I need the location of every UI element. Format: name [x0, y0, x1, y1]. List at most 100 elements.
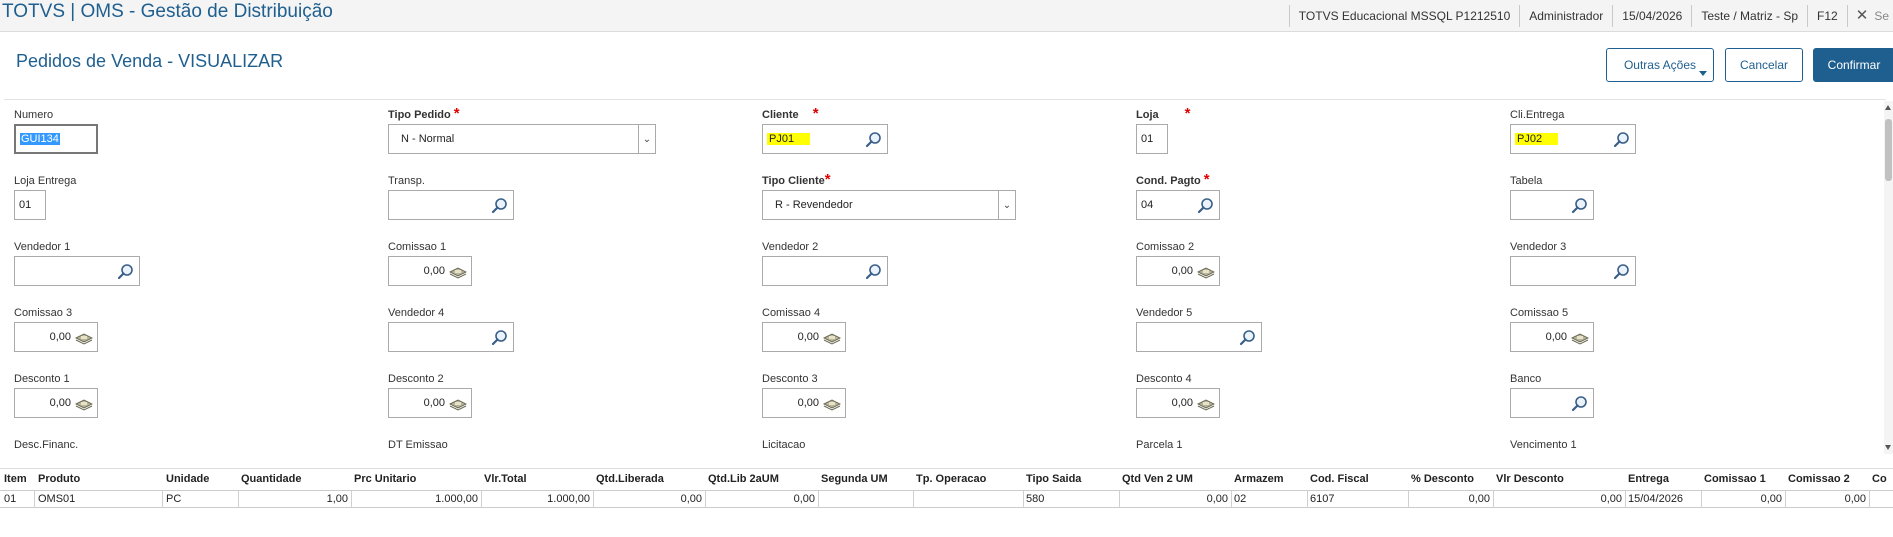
col-pct-desconto[interactable]: % Desconto	[1411, 473, 1474, 485]
col-quantidade[interactable]: Quantidade	[241, 473, 302, 485]
search-icon[interactable]	[1613, 131, 1631, 148]
col-comissao1[interactable]: Comissao 1	[1704, 473, 1766, 485]
col-qtd-ven-2um[interactable]: Qtd Ven 2 UM	[1122, 473, 1193, 485]
cond-pagto-input[interactable]: 04	[1136, 190, 1220, 220]
search-icon[interactable]	[491, 197, 509, 214]
search-icon[interactable]	[491, 329, 509, 346]
tipo-cliente-select[interactable]: R - Revendedor ⌄	[762, 190, 1016, 220]
cell-pct-desconto[interactable]: 0,00	[1408, 493, 1490, 505]
cliente-input[interactable]: PJ01	[762, 124, 888, 154]
table-row[interactable]: 01 OMS01 PC 1,00 1.000,00 1.000,00 0,00 …	[0, 490, 1893, 508]
cell-qtd-liberada[interactable]: 0,00	[593, 493, 702, 505]
col-qtd-lib-2aum[interactable]: Qtd.Lib 2aUM	[708, 473, 779, 485]
col-tipo-saida[interactable]: Tipo Saida	[1026, 473, 1081, 485]
environment-info[interactable]: TOTVS Educacional MSSQL P1212510	[1288, 5, 1519, 27]
comissao3-input[interactable]: 0,00	[14, 322, 98, 352]
col-item[interactable]: Item	[4, 473, 27, 485]
cell-prc-unitario[interactable]: 1.000,00	[351, 493, 478, 505]
cell-produto[interactable]: OMS01	[38, 493, 75, 505]
cell-tipo-saida[interactable]: 580	[1026, 493, 1044, 505]
search-icon[interactable]	[865, 263, 883, 280]
col-unidade[interactable]: Unidade	[166, 473, 209, 485]
cell-comissao1[interactable]: 0,00	[1701, 493, 1782, 505]
col-vlr-total[interactable]: Vlr.Total	[484, 473, 527, 485]
calculator-icon[interactable]	[75, 395, 93, 412]
comissao1-input[interactable]: 0,00	[388, 256, 472, 286]
field-vencimento1: Vencimento 1	[1510, 438, 1577, 452]
cell-vlr-total[interactable]: 1.000,00	[481, 493, 590, 505]
calculator-icon[interactable]	[75, 329, 93, 346]
cell-entrega[interactable]: 15/04/2026	[1628, 493, 1683, 505]
col-comissao3[interactable]: Co	[1872, 473, 1887, 485]
desconto4-input[interactable]: 0,00	[1136, 388, 1220, 418]
user-info[interactable]: Administrador	[1519, 5, 1612, 27]
banco-input[interactable]	[1510, 388, 1594, 418]
chevron-down-icon[interactable]: ⌄	[638, 125, 655, 153]
shortcut-f12[interactable]: F12	[1807, 5, 1847, 27]
col-qtd-liberada[interactable]: Qtd.Liberada	[596, 473, 664, 485]
vendedor3-input[interactable]	[1510, 256, 1636, 286]
search-icon[interactable]	[1571, 395, 1589, 412]
chevron-down-icon[interactable]: ⌄	[998, 191, 1015, 219]
search-icon[interactable]	[1613, 263, 1631, 280]
cell-item[interactable]: 01	[4, 493, 16, 505]
col-segunda-um[interactable]: Segunda UM	[821, 473, 888, 485]
close-session-button[interactable]: ✕ Se	[1846, 5, 1893, 27]
col-produto[interactable]: Produto	[38, 473, 80, 485]
cell-comissao2[interactable]: 0,00	[1785, 493, 1866, 505]
search-icon[interactable]	[1571, 197, 1589, 214]
vendedor5-input[interactable]	[1136, 322, 1262, 352]
cell-armazem[interactable]: 02	[1234, 493, 1246, 505]
col-armazem[interactable]: Armazem	[1234, 473, 1284, 485]
calculator-icon[interactable]	[1197, 263, 1215, 280]
desconto3-input[interactable]: 0,00	[762, 388, 846, 418]
cell-quantidade[interactable]: 1,00	[238, 493, 348, 505]
tabela-input[interactable]	[1510, 190, 1594, 220]
col-cod-fiscal[interactable]: Cod. Fiscal	[1310, 473, 1369, 485]
calculator-icon[interactable]	[449, 263, 467, 280]
vendedor2-input[interactable]	[762, 256, 888, 286]
loja-entrega-input[interactable]: 01	[14, 190, 46, 220]
search-icon[interactable]	[865, 131, 883, 148]
col-tp-operacao[interactable]: Tp. Operacao	[916, 473, 986, 485]
comissao4-input[interactable]: 0,00	[762, 322, 846, 352]
cancel-button[interactable]: Cancelar	[1725, 48, 1803, 82]
cell-qtd-lib-2aum[interactable]: 0,00	[705, 493, 815, 505]
calculator-icon[interactable]	[1571, 329, 1589, 346]
numero-input[interactable]: GUI134	[14, 124, 98, 154]
scroll-thumb[interactable]	[1885, 119, 1892, 181]
cell-unidade[interactable]: PC	[166, 493, 181, 505]
comissao2-input[interactable]: 0,00	[1136, 256, 1220, 286]
search-icon[interactable]	[1197, 197, 1215, 214]
other-actions-button[interactable]: Outras Ações	[1606, 48, 1714, 82]
calculator-icon[interactable]	[1197, 395, 1215, 412]
vendedor4-input[interactable]	[388, 322, 514, 352]
tipo-pedido-select[interactable]: N - Normal ⌄	[388, 124, 656, 154]
confirm-button[interactable]: Confirmar	[1813, 48, 1893, 82]
calculator-icon[interactable]	[449, 395, 467, 412]
col-entrega[interactable]: Entrega	[1628, 473, 1669, 485]
date-info[interactable]: 15/04/2026	[1612, 5, 1691, 27]
calculator-icon[interactable]	[823, 329, 841, 346]
col-comissao2[interactable]: Comissao 2	[1788, 473, 1850, 485]
transp-input[interactable]	[388, 190, 514, 220]
cell-vlr-desconto[interactable]: 0,00	[1493, 493, 1622, 505]
col-vlr-desconto[interactable]: Vlr Desconto	[1496, 473, 1564, 485]
desconto1-input[interactable]: 0,00	[14, 388, 98, 418]
loja-input[interactable]: 01	[1136, 124, 1168, 154]
field-transp: Transp.	[388, 174, 514, 220]
vendedor1-input[interactable]	[14, 256, 140, 286]
cell-qtd-ven-2um[interactable]: 0,00	[1119, 493, 1228, 505]
desconto2-input[interactable]: 0,00	[388, 388, 472, 418]
comissao5-input[interactable]: 0,00	[1510, 322, 1594, 352]
form-scrollbar[interactable]	[1884, 101, 1893, 454]
search-icon[interactable]	[117, 263, 135, 280]
cli-entrega-input[interactable]: PJ02	[1510, 124, 1636, 154]
branch-info[interactable]: Teste / Matriz - Sp	[1691, 5, 1807, 27]
scroll-up-icon[interactable]	[1885, 105, 1891, 110]
cell-cod-fiscal[interactable]: 6107	[1310, 493, 1334, 505]
calculator-icon[interactable]	[823, 395, 841, 412]
search-icon[interactable]	[1239, 329, 1257, 346]
col-prc-unitario[interactable]: Prc Unitario	[354, 473, 416, 485]
scroll-down-icon[interactable]	[1885, 445, 1891, 450]
